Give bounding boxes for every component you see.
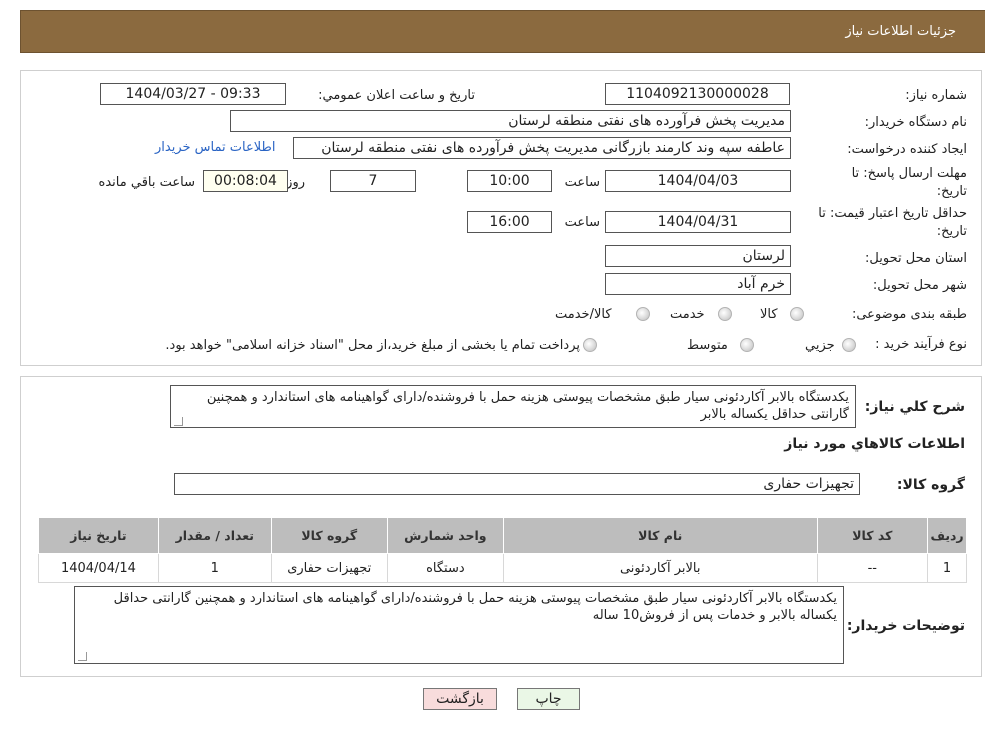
page-title: جزئیات اطلاعات نیاز [845,24,956,39]
need-number-label: شماره نیاز: [905,88,967,103]
deadline-label: مهلت ارسال پاسخ: تا [851,166,967,181]
cell-code: -- [816,553,929,583]
category-label: طبقه بندی موضوعی: [851,307,967,322]
cell-group: تجهیزات حفاری [270,553,388,583]
process-medium-text: متوسط [687,338,728,353]
resize-grip-icon[interactable] [78,652,87,661]
validity-label: حداقل تاريخ اعتبار قيمت: تا [818,206,967,221]
buyer-org-field: مدیریت پخش فرآورده های نفتی منطقه لرستان [230,110,791,132]
validity-label-date: تاريخ: [936,224,967,239]
goods-section-title: اطلاعات كالاهاي مورد نياز [784,436,965,452]
print-button[interactable]: چاپ [517,688,580,710]
category-goods-text: کالا [760,307,778,322]
process-minor-radio[interactable] [842,338,856,352]
province-label: استان محل تحويل: [865,251,967,266]
process-note: پرداخت تمام یا بخشی از مبلغ خرید،از محل … [165,338,580,353]
page-header: جزئیات اطلاعات نیاز [20,10,985,53]
cell-name: بالابر آکاردئونی [502,553,818,583]
category-goods-service-radio[interactable] [636,307,650,321]
goods-group-label: گروه کالا: [896,477,965,493]
col-header-name: نام كالا [502,517,818,554]
province-field: لرستان [605,245,791,267]
col-header-unit: واحد شمارش [386,517,504,554]
cell-date: 1404/04/14 [38,553,159,583]
remaining-time-field: 00:08:04 [203,170,288,192]
col-header-index: رديف [927,517,967,554]
goods-group-field: تجهیزات حفاری [174,473,860,495]
category-service-radio[interactable] [718,307,732,321]
description-text: یکدستگاه بالابر آکاردئونی سیار طبق مشخصا… [206,390,849,422]
buyer-notes-text: یکدستگاه بالابر آکاردئونی سیار طبق مشخصا… [113,591,837,623]
category-service-text: خدمت [670,307,705,322]
buyer-org-label: نام دستگاه خريدار: [864,115,967,130]
days-field: 7 [330,170,416,192]
back-button[interactable]: بازگشت [423,688,497,710]
col-header-qty: تعداد / مقدار [157,517,272,554]
buyer-notes-label: توضيحات خريدار: [846,618,965,634]
category-goods-service-text: کالا/خدمت [555,307,612,322]
process-label: نوع فرآيند خريد : [875,337,967,352]
resize-grip-icon[interactable] [174,417,183,426]
city-label: شهر محل تحويل: [872,278,967,293]
buyer-notes-textarea[interactable]: یکدستگاه بالابر آکاردئونی سیار طبق مشخصا… [74,586,844,664]
col-header-date: تاريخ نياز [38,517,159,554]
remaining-label: ساعت باقي مانده [98,175,195,190]
process-treasury-checkbox[interactable] [583,338,597,352]
validity-time-field: 16:00 [467,211,552,233]
announce-label: تاريخ و ساعت اعلان عمومي: [318,88,475,103]
deadline-label-date: تاريخ: [936,184,967,199]
cell-index: 1 [927,553,967,583]
city-field: خرم آباد [605,273,791,295]
description-label: شرح كلي نياز: [864,399,965,415]
col-header-group: گروه كالا [270,517,388,554]
validity-date-field: 1404/04/31 [605,211,791,233]
need-number-field: 1104092130000028 [605,83,790,105]
creator-field: عاطفه سپه وند کارمند بازرگانی مدیریت پخش… [293,137,791,159]
buyer-contact-link[interactable]: اطلاعات تماس خریدار [155,140,275,155]
announce-datetime-field: 1404/03/27 - 09:33 [100,83,286,105]
process-medium-radio[interactable] [740,338,754,352]
deadline-time-label: ساعت [564,175,600,190]
col-header-code: كد كالا [816,517,929,554]
category-goods-radio[interactable] [790,307,804,321]
cell-qty: 1 [157,553,272,583]
table-row: 1 -- بالابر آکاردئونی دستگاه تجهیزات حفا… [38,553,967,583]
deadline-date-field: 1404/04/03 [605,170,791,192]
creator-label: ايجاد كننده درخواست: [847,142,967,157]
cell-unit: دستگاه [386,553,504,583]
description-textarea[interactable]: یکدستگاه بالابر آکاردئونی سیار طبق مشخصا… [170,385,856,428]
goods-table: رديف كد كالا نام كالا واحد شمارش گروه كا… [38,517,967,583]
deadline-time-field: 10:00 [467,170,552,192]
goods-table-header: رديف كد كالا نام كالا واحد شمارش گروه كا… [38,517,967,554]
process-minor-text: جزيي [805,338,835,353]
validity-time-label: ساعت [564,215,600,230]
